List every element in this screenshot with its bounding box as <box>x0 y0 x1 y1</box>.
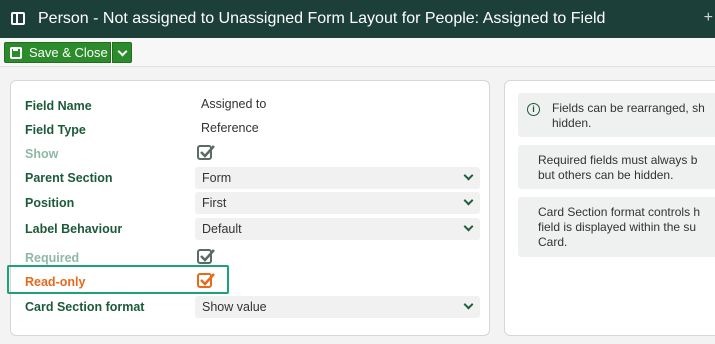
chevron-down-icon <box>463 170 474 181</box>
parent-section-value: Form <box>202 171 232 185</box>
check-icon <box>200 145 215 158</box>
required-row: Required <box>25 247 480 269</box>
read-only-row: Read-only <box>25 271 480 293</box>
label-behaviour-select[interactable]: Default <box>195 218 480 240</box>
hint-text: Required fields must always b <box>538 153 698 167</box>
title-bar: Person - Not assigned to Unassigned Form… <box>0 0 715 38</box>
parent-section-select[interactable]: Form <box>195 167 480 189</box>
required-label: Required <box>25 251 80 265</box>
hint-card-section: Card Section format controls h field is … <box>518 197 715 257</box>
card-section-format-value: Show value <box>202 300 267 314</box>
position-label: Position <box>25 196 75 210</box>
hint-text: but others can be hidden. <box>538 168 674 182</box>
chevron-down-icon <box>463 221 474 232</box>
parent-section-label: Parent Section <box>25 171 113 185</box>
hint-text: hidden. <box>552 116 592 130</box>
window-icon <box>11 12 25 25</box>
hint-rearrange: i Fields can be rearranged, sh hidden. <box>518 93 715 137</box>
show-row: Show <box>25 143 480 165</box>
hints-panel: i Fields can be rearranged, sh hidden. R… <box>504 80 715 336</box>
card-section-format-label: Card Section format <box>25 300 145 314</box>
save-close-label: Save & Close <box>29 45 108 60</box>
show-checkbox[interactable] <box>197 145 215 160</box>
field-type-value: Reference <box>201 121 259 135</box>
label-behaviour-value: Default <box>202 222 242 236</box>
save-icon <box>10 46 22 59</box>
field-name-row: Field Name Assigned to <box>25 95 480 117</box>
check-icon <box>200 273 215 286</box>
save-options-dropdown-button[interactable] <box>112 42 132 63</box>
expand-icon[interactable]: + <box>704 9 713 27</box>
label-behaviour-label: Label Behaviour <box>25 222 123 236</box>
save-close-button[interactable]: Save & Close <box>4 42 111 63</box>
info-icon: i <box>527 103 540 116</box>
hint-text: Fields can be rearranged, sh <box>552 101 705 115</box>
field-settings-panel: Field Name Assigned to Field Type Refere… <box>10 80 490 336</box>
required-checkbox[interactable] <box>197 249 215 264</box>
check-icon <box>200 249 215 262</box>
parent-section-row: Parent Section Form <box>25 167 480 189</box>
card-section-format-row: Card Section format Show value <box>25 296 480 318</box>
position-value: First <box>202 196 227 210</box>
field-name-value: Assigned to <box>201 97 267 111</box>
card-section-format-select[interactable]: Show value <box>195 296 480 318</box>
hint-required: Required fields must always b but others… <box>518 145 715 189</box>
show-label: Show <box>25 147 59 161</box>
hint-text: Card. <box>538 235 568 249</box>
field-type-label: Field Type <box>25 123 86 137</box>
read-only-label: Read-only <box>25 275 86 289</box>
window-title: Person - Not assigned to Unassigned Form… <box>38 10 606 27</box>
toolbar: Save & Close <box>0 38 715 67</box>
hint-text: field is displayed within the su <box>538 220 697 234</box>
field-name-label: Field Name <box>25 99 92 113</box>
label-behaviour-row: Label Behaviour Default <box>25 218 480 240</box>
hint-text: Card Section format controls h <box>538 205 701 219</box>
read-only-checkbox[interactable] <box>197 273 215 288</box>
position-select[interactable]: First <box>195 192 480 214</box>
chevron-down-icon <box>463 299 474 310</box>
chevron-down-icon <box>463 195 474 206</box>
position-row: Position First <box>25 192 480 214</box>
field-type-row: Field Type Reference <box>25 119 480 141</box>
